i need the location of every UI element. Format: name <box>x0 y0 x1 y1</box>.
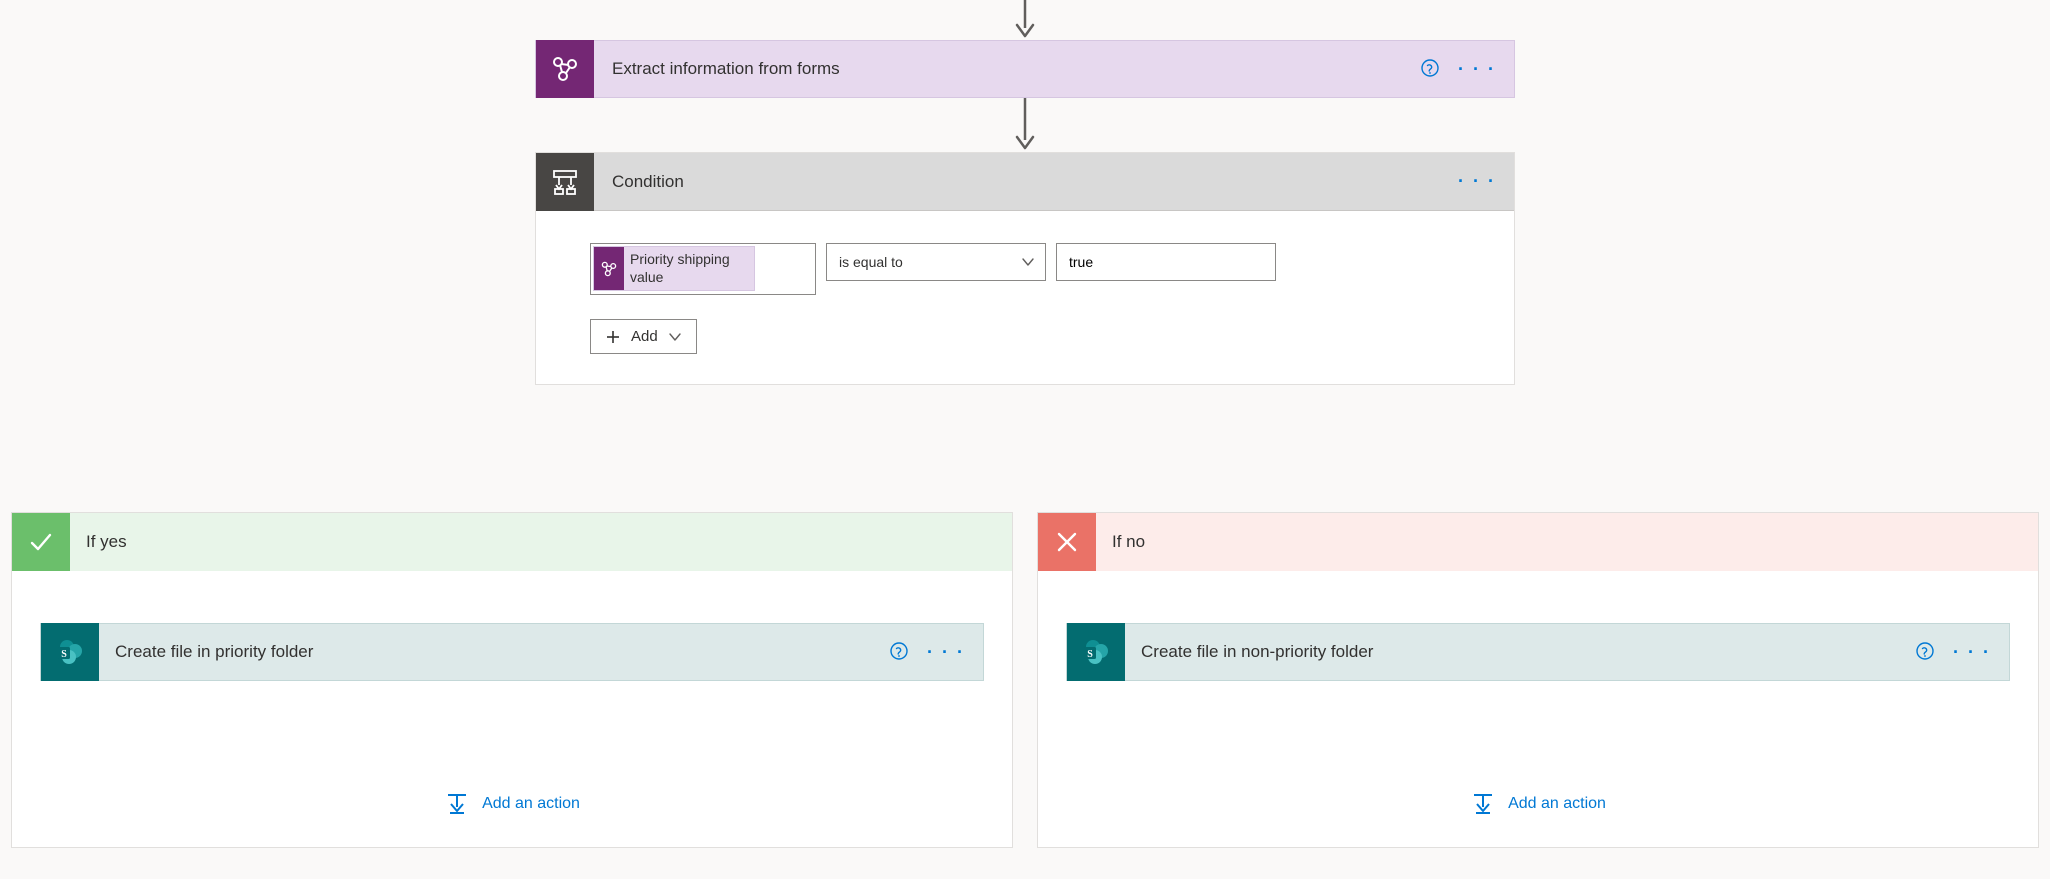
sharepoint-icon: S <box>41 623 99 681</box>
condition-value-input[interactable] <box>1056 243 1276 281</box>
ai-builder-icon <box>536 40 594 98</box>
dynamic-content-token[interactable]: Priority shipping value <box>593 246 755 291</box>
condition-operator-select[interactable]: is equal to <box>826 243 1046 281</box>
help-icon[interactable] <box>1420 58 1440 81</box>
add-action-icon <box>444 791 470 817</box>
add-action-icon <box>1470 791 1496 817</box>
plus-icon <box>605 329 621 345</box>
chevron-down-icon <box>668 330 682 344</box>
add-action-button[interactable]: Add an action <box>1470 791 1606 817</box>
condition-left-operand[interactable]: Priority shipping value <box>590 243 816 295</box>
svg-text:S: S <box>61 649 67 660</box>
sharepoint-icon: S <box>1067 623 1125 681</box>
condition-header[interactable]: Condition · · · <box>536 153 1514 211</box>
action-title: Create file in non-priority folder <box>1125 642 1915 662</box>
add-action-label: Add an action <box>482 795 580 813</box>
if-yes-header[interactable]: If yes <box>12 513 1012 571</box>
extract-step-title: Extract information from forms <box>594 59 1420 79</box>
if-yes-branch: If yes S Create file in priority folder <box>11 512 1013 848</box>
more-menu-icon[interactable]: · · · <box>1458 171 1496 192</box>
svg-text:S: S <box>1087 649 1093 660</box>
add-condition-button[interactable]: Add <box>590 319 697 354</box>
condition-step: Condition · · · <box>535 152 1515 385</box>
ai-builder-icon <box>594 247 624 290</box>
create-file-nonpriority-action[interactable]: S Create file in non-priority folder · ·… <box>1066 623 2010 681</box>
chevron-down-icon <box>1021 255 1035 269</box>
more-menu-icon[interactable]: · · · <box>927 642 965 663</box>
help-icon[interactable] <box>1915 641 1935 664</box>
add-action-label: Add an action <box>1508 795 1606 813</box>
x-icon <box>1038 513 1096 571</box>
arrow-down-icon <box>1013 98 1037 152</box>
condition-title: Condition <box>594 172 1458 192</box>
extract-information-step[interactable]: Extract information from forms · · · <box>535 40 1515 98</box>
token-label: Priority shipping value <box>624 247 754 290</box>
if-no-header[interactable]: If no <box>1038 513 2038 571</box>
checkmark-icon <box>12 513 70 571</box>
add-button-label: Add <box>631 328 658 345</box>
more-menu-icon[interactable]: · · · <box>1953 642 1991 663</box>
operator-value: is equal to <box>839 254 903 270</box>
condition-icon <box>536 153 594 211</box>
more-menu-icon[interactable]: · · · <box>1458 59 1496 80</box>
if-yes-title: If yes <box>70 532 127 552</box>
arrow-down-icon <box>1013 0 1037 40</box>
help-icon[interactable] <box>889 641 909 664</box>
add-action-button[interactable]: Add an action <box>444 791 580 817</box>
if-no-title: If no <box>1096 532 1145 552</box>
create-file-priority-action[interactable]: S Create file in priority folder · · · <box>40 623 984 681</box>
action-title: Create file in priority folder <box>99 642 889 662</box>
if-no-branch: If no S Create file in non-priority fold… <box>1037 512 2039 848</box>
